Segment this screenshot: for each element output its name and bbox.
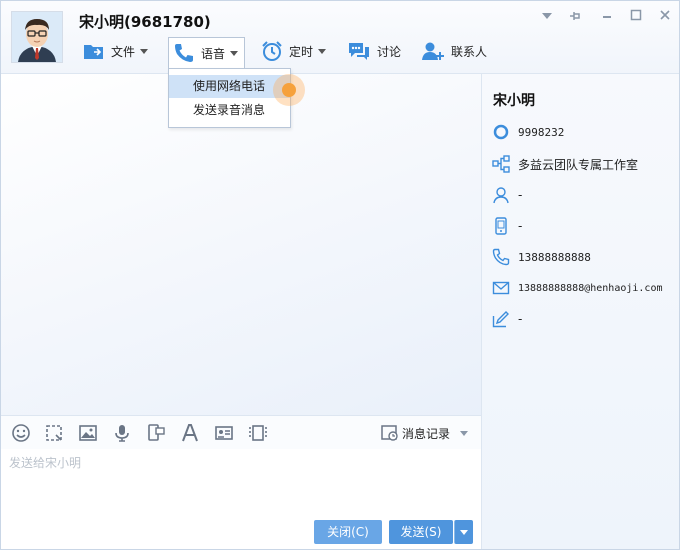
profile-position: - bbox=[518, 188, 523, 202]
menu-item-network-call[interactable]: 使用网络电话 bbox=[169, 75, 290, 98]
discuss-label: 讨论 bbox=[377, 44, 402, 59]
contacts-label: 联系人 bbox=[451, 44, 488, 59]
profile-phone-row: 13888888888 bbox=[492, 247, 591, 267]
header: 宋小明(9681780) 文件 语音 定时 讨论 联系人 bbox=[1, 1, 679, 74]
timer-button[interactable]: 定时 bbox=[261, 37, 327, 65]
chevron-down-icon bbox=[230, 50, 239, 56]
profile-id-row: 9998232 bbox=[492, 122, 564, 142]
message-history-button[interactable]: 消息记录 bbox=[381, 424, 469, 442]
microphone-icon[interactable] bbox=[112, 423, 132, 443]
discuss-button[interactable]: 讨论 bbox=[347, 37, 401, 65]
font-icon[interactable] bbox=[180, 423, 200, 443]
contacts-button[interactable]: 联系人 bbox=[421, 37, 487, 65]
pin-icon[interactable] bbox=[567, 9, 583, 25]
alarm-clock-icon bbox=[262, 41, 282, 61]
film-icon[interactable] bbox=[248, 423, 268, 443]
mail-icon bbox=[492, 281, 510, 295]
profile-mobile-row: - bbox=[492, 216, 522, 236]
close-button[interactable]: 关闭(C) bbox=[314, 520, 382, 544]
mobile-message-icon[interactable] bbox=[146, 423, 166, 443]
file-button[interactable]: 文件 bbox=[83, 37, 149, 65]
profile-org: 多益云团队专属工作室 bbox=[518, 157, 639, 172]
profile-id: 9998232 bbox=[518, 125, 565, 139]
send-options-button[interactable] bbox=[454, 520, 473, 544]
input-placeholder: 发送给宋小明 bbox=[9, 456, 82, 470]
pointer-indicator bbox=[273, 74, 305, 106]
close-icon[interactable] bbox=[657, 9, 673, 25]
screenshot-icon[interactable] bbox=[44, 423, 64, 443]
emoji-icon[interactable] bbox=[11, 423, 31, 443]
folder-icon bbox=[84, 45, 103, 59]
voice-label: 语音 bbox=[201, 46, 226, 61]
avatar[interactable] bbox=[11, 11, 63, 63]
add-contact-icon bbox=[422, 42, 444, 60]
input-toolbar: 消息记录 bbox=[1, 415, 481, 450]
message-input[interactable]: 发送给宋小明 关闭(C) 发送(S) bbox=[1, 449, 481, 549]
chevron-down-icon[interactable] bbox=[539, 9, 555, 25]
timer-label: 定时 bbox=[289, 44, 314, 59]
maximize-icon[interactable] bbox=[628, 9, 644, 25]
chat-window: 宋小明(9681780) 文件 语音 定时 讨论 联系人 使用网络电话 发送录音… bbox=[0, 0, 680, 550]
profile-mobile: - bbox=[518, 219, 523, 233]
profile-name: 宋小明 bbox=[493, 93, 535, 109]
minimize-icon[interactable] bbox=[599, 9, 615, 25]
id-circle-icon bbox=[493, 124, 509, 140]
history-icon bbox=[381, 425, 398, 441]
file-label: 文件 bbox=[111, 44, 136, 59]
business-card-icon[interactable] bbox=[214, 423, 234, 443]
chevron-down-icon[interactable] bbox=[460, 430, 469, 436]
chevron-down-icon bbox=[318, 48, 327, 54]
chat-bubble-icon bbox=[349, 43, 369, 60]
profile-email: 13888888888@henhaoji.com bbox=[518, 282, 663, 294]
phone-icon bbox=[175, 44, 193, 62]
profile-phone: 13888888888 bbox=[518, 250, 591, 264]
org-chart-icon bbox=[492, 155, 510, 173]
image-icon[interactable] bbox=[78, 423, 98, 443]
chevron-down-icon bbox=[140, 48, 149, 54]
profile-position-row: - bbox=[492, 185, 522, 205]
send-button[interactable]: 发送(S) bbox=[389, 520, 453, 544]
phone-icon bbox=[492, 248, 510, 266]
user-icon bbox=[493, 187, 509, 204]
profile-signature-row: - bbox=[492, 309, 522, 329]
contact-title: 宋小明(9681780) bbox=[79, 13, 211, 31]
menu-item-voice-message[interactable]: 发送录音消息 bbox=[169, 99, 290, 122]
profile-email-row: 13888888888@henhaoji.com bbox=[492, 278, 663, 298]
signature-icon bbox=[492, 311, 509, 328]
profile-panel: 宋小明 9998232 多益云团队专属工作室 - - 13888888888 1… bbox=[482, 74, 679, 549]
voice-button[interactable]: 语音 bbox=[168, 37, 246, 68]
chevron-down-icon bbox=[460, 530, 468, 535]
avatar-illustration bbox=[12, 12, 62, 62]
profile-signature: - bbox=[518, 312, 523, 326]
history-label: 消息记录 bbox=[402, 426, 451, 441]
profile-org-row: 多益云团队专属工作室 bbox=[492, 154, 638, 174]
mobile-phone-icon bbox=[495, 217, 507, 235]
voice-menu: 使用网络电话 发送录音消息 bbox=[168, 68, 291, 128]
